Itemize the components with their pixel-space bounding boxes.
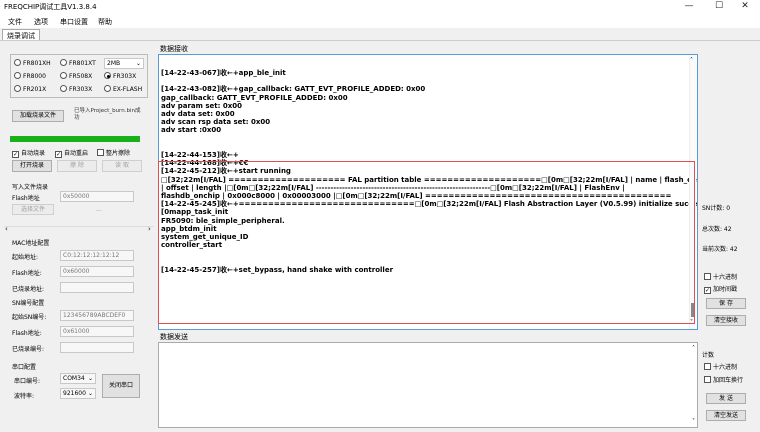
mac-flash-label: Flash地址: <box>12 270 42 277</box>
serial-config-title: 串口配置 <box>12 364 37 371</box>
select-file-button[interactable]: 选择文件 <box>12 204 54 215</box>
menu-help[interactable]: 帮助 <box>98 17 112 27</box>
radio-fr801xt[interactable]: FR801XT <box>60 59 96 67</box>
mac-burned-label: 已烧录地址: <box>12 286 45 293</box>
log-line: gap_callback: GATT_EVT_PROFILE_ADDED: 0x… <box>161 93 348 102</box>
radio-fr303x-alt[interactable]: FR303X <box>60 85 92 93</box>
radio-fr303x-selected[interactable]: FR303X <box>104 72 136 80</box>
scroll-up-icon[interactable]: ˄ <box>692 345 695 352</box>
timestamp-checkbox[interactable]: ✓ 加时间戳 <box>704 284 737 294</box>
sn-burned-label: 已烧录编号: <box>12 346 45 353</box>
left-h-scrollbar[interactable] <box>4 226 154 233</box>
sn-config-title: SN编号配置 <box>12 300 45 307</box>
auto-reset-checkbox[interactable]: ✓ 自动重启 <box>55 148 88 158</box>
baud-rate-select[interactable]: 921600 ⌄ <box>60 388 96 399</box>
menu-file[interactable]: 文件 <box>8 17 22 27</box>
mac-start-input[interactable]: C0:12:12:12:12:12 <box>60 250 134 261</box>
sn-start-input[interactable]: 123456789ABCDEF0 <box>60 310 134 321</box>
title-bar: FREQCHIP调试工具V1.3.8.4 — ☐ ✕ <box>0 0 760 14</box>
mac-burned-input[interactable] <box>60 282 134 293</box>
menu-options[interactable]: 选项 <box>34 17 48 27</box>
close-serial-button[interactable]: 关闭串口 <box>102 374 140 398</box>
log-line: adv start :0x00 <box>161 126 222 135</box>
tab-divider <box>0 40 760 41</box>
current-count-label: 当前次数: 42 <box>702 246 738 253</box>
count-label: 计数 <box>702 352 715 359</box>
menu-bar: 文件 选项 串口设置 帮助 <box>0 14 760 28</box>
scroll-right-icon[interactable]: › <box>148 225 151 233</box>
clear-receive-button[interactable]: 清空接收 <box>706 315 746 326</box>
loaded-file-status: 已导入Project_burn.bin成功 <box>74 108 141 121</box>
app-title: FREQCHIP调试工具V1.3.8.4 <box>4 3 97 11</box>
load-burn-file-button[interactable]: 加载烧录文件 <box>12 110 64 122</box>
sn-start-label: 起始SN编号: <box>12 314 47 321</box>
radio-fr201x[interactable]: FR201X <box>14 85 46 93</box>
open-burn-button[interactable]: 打开烧录 <box>12 160 52 172</box>
sn-count-label: SN计数: 0 <box>702 205 731 212</box>
burn-progress-bar <box>10 136 140 142</box>
hex-send-checkbox[interactable]: 十六进制 <box>704 362 737 371</box>
scroll-left-icon[interactable]: ‹ <box>5 225 8 233</box>
log-line: [14-22-43-067]收←+app_ble_init <box>161 69 286 77</box>
total-count-label: 总次数: 42 <box>702 226 732 233</box>
flash-size-select[interactable]: 2MB ⌄ <box>104 58 144 69</box>
chevron-down-icon: ⌄ <box>87 390 93 397</box>
write-flash-addr-input[interactable]: 0x50000 <box>60 191 134 202</box>
log-line: adv param set: 0x00 <box>161 101 242 110</box>
radio-fr508x[interactable]: FR508X <box>60 72 92 80</box>
serial-port-select[interactable]: COM34 ⌄ <box>60 373 96 384</box>
radio-fr801xh[interactable]: FR801XH <box>14 59 51 67</box>
send-button[interactable]: 发 送 <box>706 393 746 404</box>
log-line: adv data set: 0x00 <box>161 110 235 118</box>
chip-erase-checkbox[interactable]: 整片擦除 <box>97 148 130 157</box>
radio-ex-flash[interactable]: EX-FLASH <box>104 85 142 93</box>
close-button[interactable]: ✕ <box>730 0 760 14</box>
log-line: adv scan rsp data set: 0x00 <box>161 118 271 127</box>
mac-flash-input[interactable]: 0x60000 <box>60 266 134 277</box>
send-header: 数据发送 <box>160 333 188 341</box>
send-textarea[interactable]: ˄ ˅ <box>158 342 698 428</box>
baud-rate-label: 波特率: <box>14 393 35 400</box>
read-button[interactable]: 读 取 <box>102 160 142 172</box>
radio-fr8000[interactable]: FR8000 <box>14 72 46 80</box>
file-path-ellipsis: ... <box>96 206 102 213</box>
mac-start-label: 起始地址: <box>12 254 39 261</box>
left-scrollbar[interactable] <box>147 178 154 226</box>
auto-burn-checkbox[interactable]: ✓ 自动烧录 <box>12 148 45 158</box>
log-highlight-box <box>158 161 695 324</box>
chevron-down-icon: ⌄ <box>135 60 141 67</box>
sn-burned-input[interactable] <box>60 342 134 353</box>
minimize-button[interactable]: — <box>674 0 704 14</box>
log-line: [14-22-44-153]收←+ <box>161 151 239 159</box>
write-file-title: 写入文件烧录 <box>12 184 49 191</box>
serial-port-label: 串口编号: <box>14 378 41 385</box>
sn-flash-input[interactable]: 0x61000 <box>60 326 134 337</box>
clear-send-button[interactable]: 清空发送 <box>706 410 746 421</box>
write-flash-addr-label: Flash地址 <box>12 195 40 202</box>
log-line: [14-22-43-082]收←+gap_callback: GATT_EVT_… <box>161 85 426 94</box>
erase-button[interactable]: 擦 除 <box>57 160 97 172</box>
hex-display-checkbox[interactable]: 十六进制 <box>704 272 737 281</box>
sn-flash-label: Flash地址: <box>12 330 42 337</box>
scroll-up-icon[interactable]: ˄ <box>690 57 693 64</box>
chevron-down-icon: ⌄ <box>87 375 93 382</box>
receive-header: 数据接收 <box>160 45 188 53</box>
save-button[interactable]: 保 存 <box>706 298 746 309</box>
scroll-down-icon[interactable]: ˅ <box>692 418 695 425</box>
mac-config-title: MAC地址配置 <box>12 240 50 247</box>
menu-serial-settings[interactable]: 串口设置 <box>60 17 88 27</box>
add-crlf-checkbox[interactable]: 加回车换行 <box>704 375 743 384</box>
